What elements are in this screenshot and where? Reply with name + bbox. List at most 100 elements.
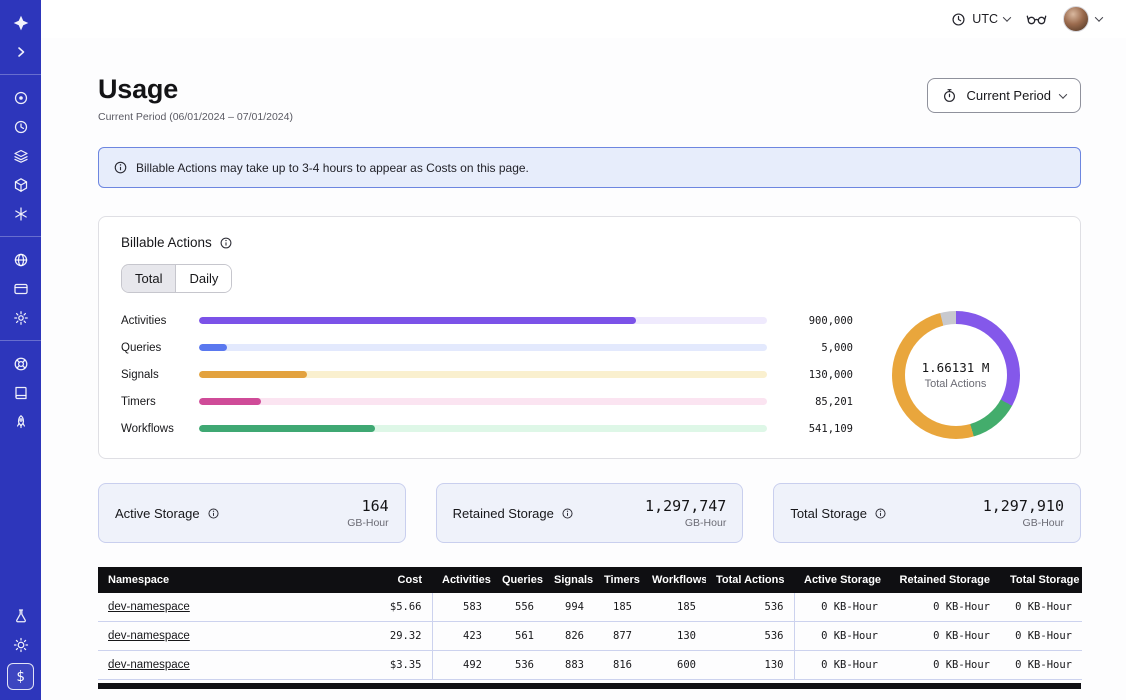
sidebar-item-labs[interactable] (6, 603, 35, 628)
page-header: Usage Current Period (06/01/2024 – 07/01… (98, 74, 1081, 123)
info-icon[interactable] (207, 507, 220, 520)
sidebar-item-usage-active[interactable]: $ (7, 663, 34, 690)
table-cell: $3.35 (350, 651, 432, 680)
donut-chart: 1.66131 M Total Actions (853, 311, 1058, 439)
namespace-link[interactable]: dev-namespace (108, 630, 190, 642)
dollar-icon: $ (16, 669, 24, 685)
table-cell: 130 (642, 622, 706, 651)
table-cell: 536 (492, 651, 544, 680)
bar-fill (199, 371, 307, 378)
column-header: Timers (594, 567, 642, 593)
storage-value: 1,297,747 (645, 497, 726, 515)
theme-toggle-button[interactable] (6, 632, 35, 657)
bar-track (199, 344, 767, 351)
table-cell: 0 KB-Hour (794, 622, 888, 651)
tab-daily[interactable]: Daily (175, 265, 231, 292)
main-area: UTC Usage Current Period (06/01/2024 – 0… (41, 0, 1126, 700)
bar-label: Timers (121, 396, 191, 408)
sidebar-divider (0, 236, 41, 237)
sidebar-item-getting-started[interactable] (6, 409, 35, 434)
stopwatch-icon (942, 88, 957, 103)
table-cell: 883 (544, 651, 594, 680)
asterisk-icon (13, 206, 29, 222)
sidebar-item-docs[interactable] (6, 380, 35, 405)
usage-page: Usage Current Period (06/01/2024 – 07/01… (41, 38, 1126, 700)
bar-value: 85,201 (781, 396, 853, 408)
table-cell: 0 KB-Hour (888, 622, 1000, 651)
table-cell: 0 KB-Hour (794, 593, 888, 622)
tab-total[interactable]: Total (122, 265, 175, 292)
namespace-link[interactable]: dev-namespace (108, 601, 190, 613)
card-title: Billable Actions (121, 235, 1058, 250)
column-header: Cost (350, 567, 432, 593)
sidebar-item-deployments[interactable] (6, 143, 35, 168)
table-cell: 826 (544, 622, 594, 651)
namespace-link[interactable]: dev-namespace (108, 659, 190, 671)
table-cell: 29.32 (350, 622, 432, 651)
sidebar-item-nexus[interactable] (6, 201, 35, 226)
table-cell: 185 (642, 593, 706, 622)
bar-label: Activities (121, 315, 191, 327)
bar-label: Queries (121, 342, 191, 354)
sidebar-divider (0, 74, 41, 75)
info-icon[interactable] (874, 507, 887, 520)
period-selector-button[interactable]: Current Period (927, 78, 1081, 113)
feedback-button[interactable] (1026, 12, 1047, 26)
storage-unit: GB-Hour (983, 517, 1064, 529)
sidebar-item-schedules[interactable] (6, 114, 35, 139)
sidebar-item-cloud[interactable] (6, 247, 35, 272)
sidebar: $ (0, 0, 41, 700)
bar-label: Signals (121, 369, 191, 381)
clock-icon (951, 12, 966, 27)
column-header: Retained Storage (888, 567, 1000, 593)
chevron-down-icon (1003, 13, 1011, 21)
sidebar-item-workflows[interactable] (6, 85, 35, 110)
table-row: dev-namespace$3.354925368838166001300 KB… (98, 651, 1082, 680)
table-cell: 423 (432, 622, 492, 651)
table-cell: 583 (432, 593, 492, 622)
sidebar-item-home[interactable] (6, 10, 35, 35)
bar-fill (199, 317, 636, 324)
column-header: Namespace (98, 567, 350, 593)
column-header: Signals (544, 567, 594, 593)
column-header: Activities (432, 567, 492, 593)
donut-center: 1.66131 M Total Actions (922, 360, 990, 390)
chevron-down-icon (1059, 90, 1067, 98)
bar-chart: Activities900,000Queries5,000Signals130,… (121, 307, 853, 442)
sidebar-item-packages[interactable] (6, 172, 35, 197)
sidebar-item-billing[interactable] (6, 276, 35, 301)
table-cell: 994 (544, 593, 594, 622)
total-actions-value: 1.66131 M (922, 360, 990, 375)
table-cell: 0 KB-Hour (1000, 651, 1082, 680)
storage-value: 1,297,910 (983, 497, 1064, 515)
sidebar-divider (0, 340, 41, 341)
column-header: Total Storage (1000, 567, 1082, 593)
bar-value: 900,000 (781, 315, 853, 327)
total-actions-label: Total Actions (922, 378, 990, 390)
table-cell: 0 KB-Hour (888, 651, 1000, 680)
table-cell: 0 KB-Hour (1000, 622, 1082, 651)
active-storage-card: Active Storage 164 GB-Hour (98, 483, 406, 543)
account-menu[interactable] (1063, 6, 1102, 32)
info-icon (113, 160, 128, 175)
topbar: UTC (41, 0, 1126, 38)
table-row: dev-namespace29.324235618268771305360 KB… (98, 622, 1082, 651)
expand-sidebar-button[interactable] (6, 39, 35, 64)
column-header: Total Actions (706, 567, 794, 593)
table-cell: 185 (594, 593, 642, 622)
timezone-selector[interactable]: UTC (951, 12, 1010, 27)
storage-card-label: Retained Storage (453, 506, 574, 521)
column-header: Workflows (642, 567, 706, 593)
info-icon[interactable] (561, 507, 574, 520)
table-cell: 130 (706, 651, 794, 680)
info-icon[interactable] (219, 236, 233, 250)
storage-card-label: Active Storage (115, 506, 220, 521)
bar-fill (199, 344, 227, 351)
app-root: $ UTC Usage Current Period (06/01/2024 (0, 0, 1126, 700)
retained-storage-card: Retained Storage 1,297,747 GB-Hour (436, 483, 744, 543)
chevron-right-icon (13, 44, 29, 60)
gear-icon (13, 310, 29, 326)
sidebar-item-support[interactable] (6, 351, 35, 376)
sidebar-item-settings[interactable] (6, 305, 35, 330)
column-header: Queries (492, 567, 544, 593)
